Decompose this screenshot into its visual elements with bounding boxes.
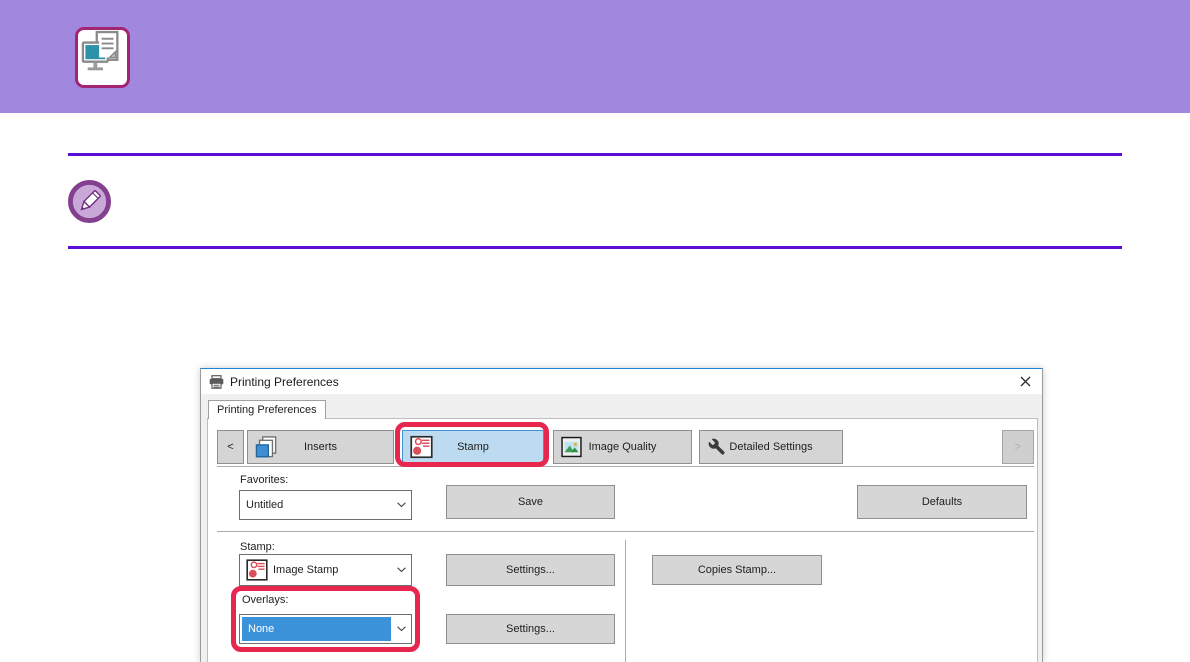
stamp-dropdown[interactable]: Image Stamp [239,554,412,586]
printing-preferences-dialog: Printing Preferences Printing Preference… [200,368,1043,662]
stamp-icon [410,435,433,459]
overlays-settings-button[interactable]: Settings... [446,614,615,644]
save-button[interactable]: Save [446,485,615,519]
favorites-dropdown-value: Untitled [246,499,284,511]
stamp-dropdown-value: Image Stamp [240,559,391,581]
toolbar-tab-image-quality[interactable]: Image Quality [553,430,692,464]
toolbar-prev-button[interactable]: < [217,430,244,464]
chevron-down-icon [391,502,411,508]
toolbar-tab-inserts[interactable]: Inserts [247,430,394,464]
favorites-dropdown[interactable]: Untitled [239,490,412,520]
toolbar-tab-stamp[interactable]: Stamp [402,430,544,464]
print-driver-icon-box [75,27,130,88]
chevron-right-label: > [1014,441,1022,453]
overlays-dropdown-value: None [242,617,391,641]
section-vertical-divider [625,540,626,662]
header-banner [0,0,1190,113]
note-pencil-icon [67,179,112,224]
favorites-separator [217,531,1034,532]
chevron-down-icon [391,567,411,573]
toolbar-separator [217,466,1034,467]
toolbar-tab-detailed-settings[interactable]: Detailed Settings [699,430,843,464]
favorites-label: Favorites: [240,474,289,486]
monitor-document-icon [81,30,125,85]
printer-icon [209,374,224,389]
overlays-dropdown[interactable]: None [239,614,412,644]
stamp-settings-button[interactable]: Settings... [446,554,615,586]
chevron-down-icon [391,626,411,632]
wrench-icon [707,437,727,457]
copies-stamp-button[interactable]: Copies Stamp... [652,555,822,585]
tab-printing-preferences[interactable]: Printing Preferences [208,400,326,419]
image-quality-icon [561,436,582,458]
dialog-title: Printing Preferences [230,374,339,389]
stamp-dropdown-text: Image Stamp [273,564,339,576]
overlays-label: Overlays: [242,594,289,606]
stamp-label: Stamp: [240,541,275,553]
close-button[interactable] [1008,369,1042,394]
dialog-titlebar: Printing Preferences [201,369,1042,394]
inserts-icon [255,436,278,459]
tab-page-panel: < Inserts Stamp Image Quality Detailed S… [207,418,1038,662]
document-page: Printing Preferences Printing Preference… [0,0,1190,662]
toolbar-next-button[interactable]: > [1002,430,1034,464]
divider-line-bottom [68,246,1122,249]
divider-line-top [68,153,1122,156]
chevron-left-label: < [227,441,234,453]
image-stamp-icon [246,559,268,581]
defaults-button[interactable]: Defaults [857,485,1027,519]
